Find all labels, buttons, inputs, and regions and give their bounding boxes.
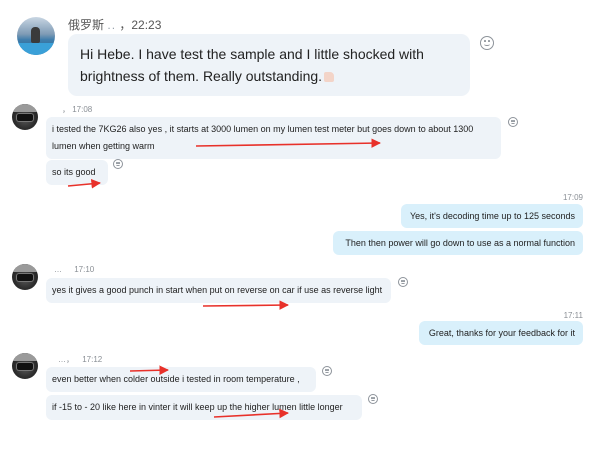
message-time-row: …， 17:12 [58,354,102,365]
message-text: even better when colder outside i tested… [52,374,300,384]
annotation-arrow [202,300,289,310]
sender-name-blurred: …， [58,355,74,364]
sender-name-blurred: … [54,265,62,274]
message-text: so its good [52,167,96,177]
message-time: ，22:23 [119,18,162,32]
sender-name-blurred: ， [62,105,70,114]
message-bubble[interactable]: i tested the 7KG26 also yes , it starts … [46,117,501,159]
message-time: 17:09 [562,193,583,202]
message-time-row: … 17:10 [54,265,94,274]
smiley-face-icon[interactable] [480,36,494,50]
message-text: Yes, it's decoding time up to 125 second… [410,211,575,221]
message-bubble[interactable]: Hi Hebe. I have test the sample and I li… [68,34,470,96]
smiley-face-icon[interactable] [322,366,332,376]
sender-name-blurred: .. [107,18,117,32]
message-text: yes it gives a good punch in start when … [52,285,383,295]
message-bubble[interactable]: so its good [46,160,108,185]
message-text: if -15 to - 20 like here in vinter it wi… [52,402,343,412]
message-bubble[interactable]: Great, thanks for your feedback for it [419,321,583,345]
message-text: Hi Hebe. I have test the sample and I li… [80,46,424,84]
thumbs-up-icon [324,72,335,82]
avatar[interactable] [17,17,55,55]
sender-name: 俄罗斯 [68,18,105,32]
message-time-row: ， 17:08 [62,104,92,115]
message-time: 17:08 [72,105,93,114]
message-time: 17:10 [74,265,95,274]
smiley-face-icon[interactable] [398,277,408,287]
avatar[interactable] [12,353,38,379]
smiley-face-icon[interactable] [113,159,123,169]
message-bubble[interactable]: Yes, it's decoding time up to 125 second… [401,204,583,228]
message-bubble[interactable]: yes it gives a good punch in start when … [46,278,391,303]
avatar[interactable] [12,264,38,290]
message-bubble[interactable]: even better when colder outside i tested… [46,367,316,392]
message-text: i tested the 7KG26 also yes , it starts … [52,124,474,151]
message-time: 17:12 [82,355,103,364]
sender-name-row: 俄罗斯 .. ，22:23 [68,16,161,33]
message-text: Great, thanks for your feedback for it [428,328,575,338]
message-time: 17:11 [563,311,583,320]
smiley-face-icon[interactable] [368,394,378,404]
message-bubble[interactable]: if -15 to - 20 like here in vinter it wi… [46,395,362,420]
message-bubble[interactable]: Then then power will go down to use as a… [333,231,583,255]
smiley-face-icon[interactable] [508,117,518,127]
avatar[interactable] [12,104,38,130]
message-text: Then then power will go down to use as a… [345,238,575,248]
